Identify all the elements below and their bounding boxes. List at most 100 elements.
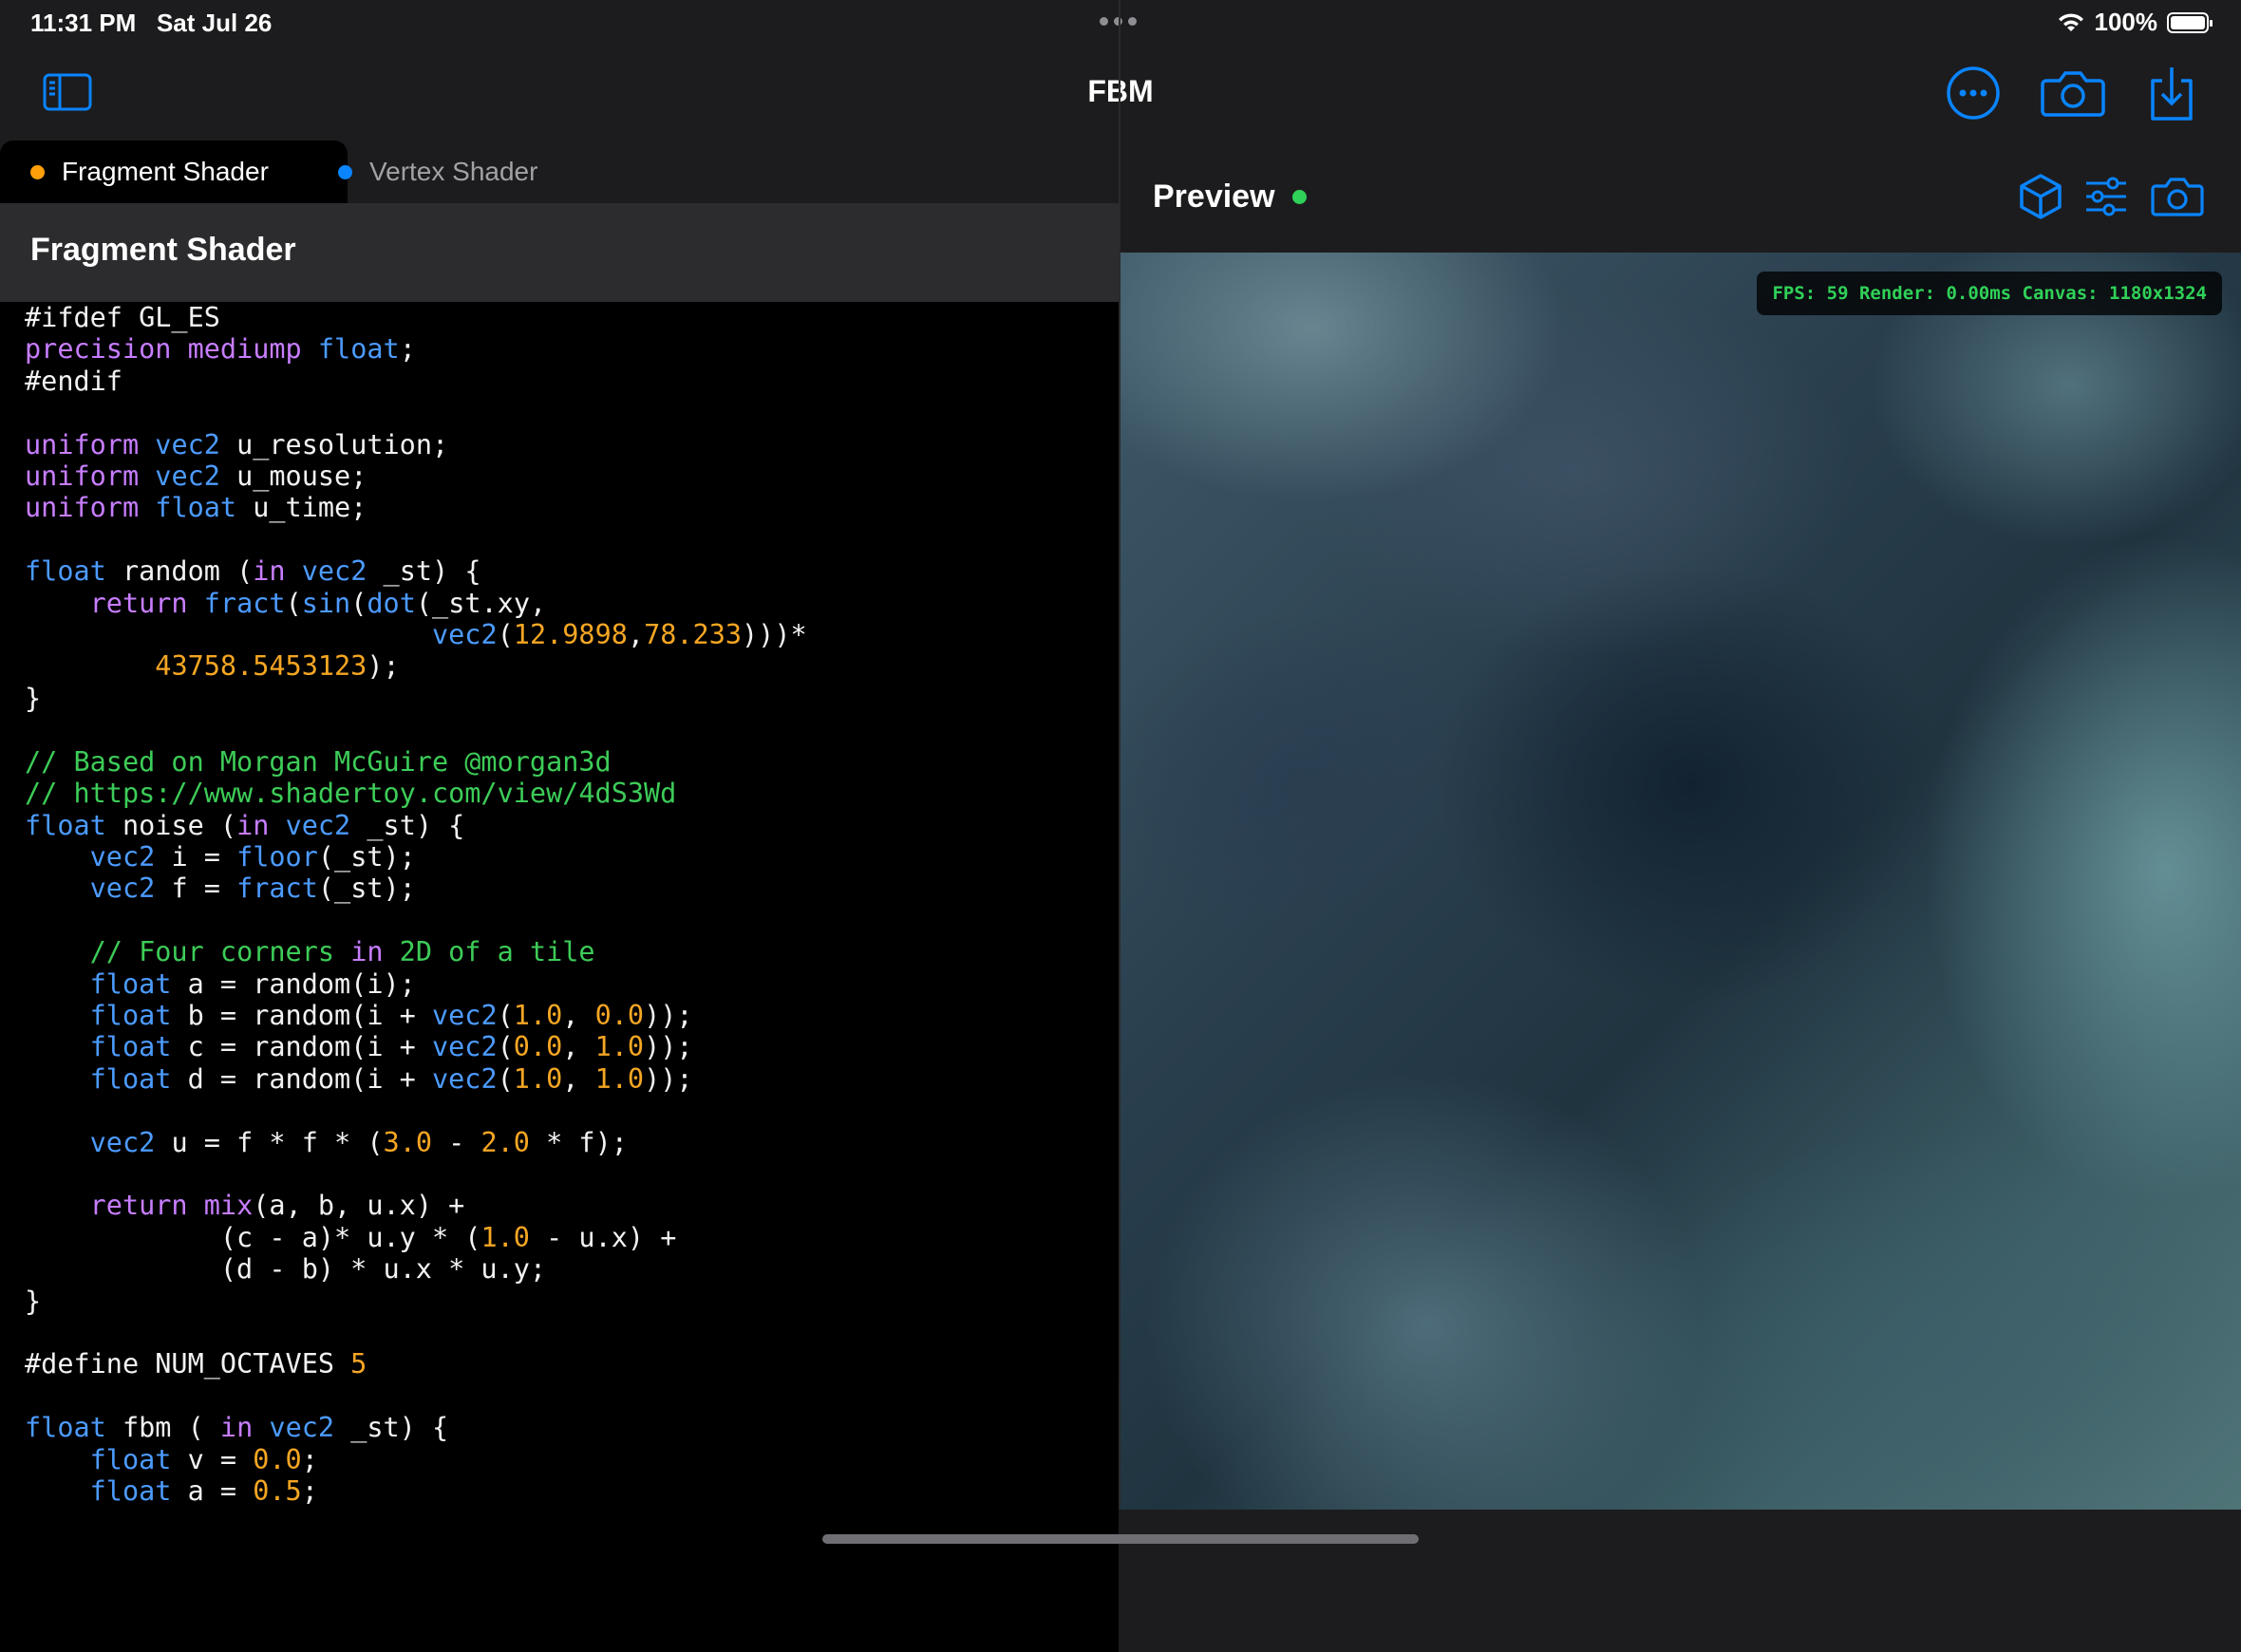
code-token: ; (301, 1443, 318, 1475)
code-line[interactable]: float fbm ( in vec2 _st) { (25, 1412, 1119, 1443)
code-token: uniform (25, 428, 140, 460)
code-line[interactable] (25, 1158, 1119, 1190)
code-line[interactable]: 43758.5453123); (25, 650, 1119, 682)
export-button[interactable] (2146, 63, 2197, 123)
code-line[interactable]: uniform vec2 u_resolution; (25, 429, 1119, 460)
code-token: 78.233 (644, 619, 743, 651)
code-line[interactable]: // Based on Morgan McGuire @morgan3d (25, 746, 1119, 778)
code-line[interactable]: vec2 u = f * f * (3.0 - 2.0 * f); (25, 1127, 1119, 1158)
code-line[interactable]: uniform vec2 u_mouse; (25, 460, 1119, 492)
shader-tabs: Fragment Shader Vertex Shader (0, 141, 1119, 203)
code-editor[interactable]: #ifdef GL_ES precision mediump float; #end… (0, 302, 1119, 1652)
battery-icon (2167, 11, 2213, 33)
code-line[interactable]: // https://www.shadertoy.com/view/4dS3Wd (25, 778, 1119, 809)
preview-snapshot-button[interactable] (2150, 175, 2205, 218)
code-token: vec2 (431, 1062, 498, 1095)
code-token: ( (285, 587, 302, 619)
code-token: fbm ( (105, 1412, 220, 1444)
code-token: ; (399, 333, 416, 366)
code-line[interactable]: // Four corners in 2D of a tile (25, 936, 1119, 967)
code-token: return (89, 1190, 188, 1222)
code-line[interactable]: vec2 f = fract(_st); (25, 873, 1119, 904)
code-line[interactable] (25, 1095, 1119, 1126)
code-text[interactable]: #ifdef GL_ES precision mediump float; #end… (0, 302, 1119, 1507)
code-line[interactable]: vec2(12.9898,78.233)))* (25, 619, 1119, 650)
code-token: u_resolution; (219, 428, 449, 460)
code-token: ( (497, 1062, 514, 1095)
code-token: 1.0 (594, 1062, 645, 1095)
code-line[interactable]: float d = random(i + vec2(1.0, 1.0)); (25, 1063, 1119, 1095)
code-line[interactable]: #ifdef GL_ES (25, 302, 1119, 333)
code-token: _st) { (367, 555, 481, 588)
3d-mode-button[interactable] (2017, 173, 2064, 220)
code-line[interactable] (25, 524, 1119, 555)
code-line[interactable]: float c = random(i + vec2(0.0, 1.0)); (25, 1031, 1119, 1062)
code-line[interactable]: uniform float u_time; (25, 492, 1119, 523)
code-token: vec2 (89, 1126, 156, 1158)
code-token: // https://www.shadertoy.com/view/4dS3Wd (25, 778, 677, 810)
code-token: fract (203, 587, 286, 619)
code-token: )); (644, 999, 693, 1031)
tab-vertex-shader[interactable]: Vertex Shader (338, 141, 585, 203)
code-token: _st) { (350, 809, 465, 841)
code-token: mediump (187, 333, 302, 366)
cube-icon (2020, 174, 2062, 219)
code-line[interactable]: } (25, 1286, 1119, 1317)
code-line[interactable]: float random (in vec2 _st) { (25, 555, 1119, 587)
code-line[interactable]: #define NUM_OCTAVES 5 (25, 1348, 1119, 1380)
code-token: b = random(i + (171, 999, 432, 1031)
code-token: vec2 (431, 1031, 498, 1063)
code-token: vec2 (89, 840, 156, 873)
capture-button[interactable] (2040, 66, 2106, 120)
code-line[interactable]: float noise (in vec2 _st) { (25, 810, 1119, 841)
code-token: (_st); (317, 873, 416, 905)
code-token: - (431, 1126, 481, 1158)
code-line[interactable]: vec2 i = floor(_st); (25, 841, 1119, 873)
code-line[interactable]: (c - a)* u.y * (1.0 - u.x) + (25, 1222, 1119, 1253)
preview-pane: Preview FPS: 59 Render: 0.00ms Canvas: 1… (1120, 141, 2241, 1510)
code-line[interactable]: #endif (25, 366, 1119, 397)
camera-icon (2151, 178, 2204, 216)
code-line[interactable]: return fract(sin(dot(_st.xy, (25, 588, 1119, 619)
code-line[interactable]: return mix(a, b, u.x) + (25, 1190, 1119, 1221)
code-line[interactable]: float v = 0.0; (25, 1444, 1119, 1475)
code-token: a = (171, 1475, 254, 1508)
code-token: vec2 (89, 873, 156, 905)
code-token: float (25, 1412, 106, 1444)
code-line[interactable] (25, 397, 1119, 428)
code-token: - u.x) + (529, 1221, 677, 1253)
code-token: 0.5 (253, 1475, 302, 1508)
home-indicator[interactable] (822, 1534, 1419, 1544)
code-line[interactable]: (d - b) * u.x * u.y; (25, 1253, 1119, 1285)
code-line[interactable]: float a = 0.5; (25, 1475, 1119, 1507)
tab-fragment-shader[interactable]: Fragment Shader (0, 141, 348, 203)
code-line[interactable] (25, 1317, 1119, 1348)
code-token: , (562, 1062, 595, 1095)
code-line[interactable] (25, 905, 1119, 936)
shader-preview-canvas[interactable]: FPS: 59 Render: 0.00ms Canvas: 1180x1324 (1120, 253, 2241, 1510)
code-line[interactable]: precision mediump float; (25, 333, 1119, 365)
more-button[interactable] (1945, 65, 2002, 122)
code-line[interactable] (25, 714, 1119, 745)
code-token: vec2 (269, 1412, 335, 1444)
code-line[interactable]: float a = random(i); (25, 968, 1119, 1000)
uniforms-settings-button[interactable] (2083, 175, 2129, 218)
section-header: Fragment Shader (0, 203, 1119, 302)
more-ellipsis-icon (1947, 66, 2000, 120)
code-line[interactable]: } (25, 683, 1119, 714)
code-token: uniform (25, 460, 140, 493)
code-token: (_st.xy, (415, 587, 547, 619)
code-line[interactable]: float b = random(i + vec2(1.0, 0.0)); (25, 1000, 1119, 1031)
code-token: , (627, 619, 645, 651)
code-token: 5 (350, 1348, 367, 1380)
code-line[interactable] (25, 1380, 1119, 1412)
